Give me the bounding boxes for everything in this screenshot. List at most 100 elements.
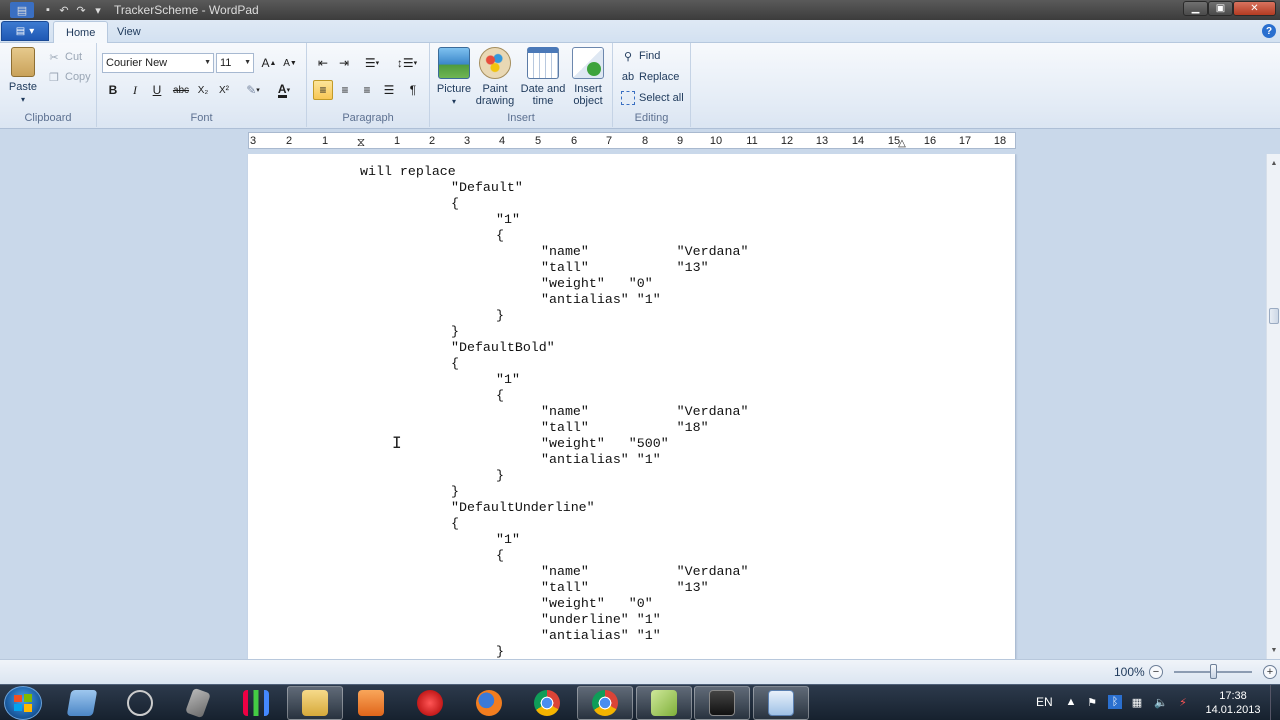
flag-icon[interactable]: ⚑	[1085, 695, 1099, 709]
app-icon[interactable]: ▤	[10, 2, 34, 18]
close-button[interactable]: ✕	[1233, 1, 1276, 16]
maximize-button[interactable]: ▣	[1208, 1, 1233, 16]
superscript-button[interactable]: X²	[214, 80, 234, 100]
text-line: "antialias" "1"	[541, 292, 661, 307]
paste-button[interactable]: Paste ▾	[6, 47, 40, 106]
bold-button[interactable]: B	[103, 80, 123, 100]
taskbar-app-wordpad-active[interactable]	[753, 686, 809, 720]
strikethrough-button[interactable]: abc	[169, 80, 193, 100]
scroll-down-icon[interactable]: ▼	[1267, 643, 1280, 657]
ribbon: Paste ▾ ✂ Cut ❐ Copy Clipboard Courier New ▼…	[0, 43, 1280, 129]
italic-button[interactable]: I	[125, 80, 145, 100]
ruler-tick: 1	[393, 135, 401, 147]
line-spacing-icon: ↕☰	[396, 56, 414, 70]
editing-group-label: Editing	[634, 112, 669, 124]
decrease-indent-button[interactable]: ⇤	[313, 53, 333, 73]
zoom-slider-thumb[interactable]	[1210, 664, 1217, 679]
taskbar-app-chrome-2[interactable]	[577, 686, 633, 720]
vertical-scrollbar[interactable]: ▲ ▼	[1266, 154, 1280, 659]
ruler[interactable]: 3 2 1 ⧖ 1 2 3 4 5 6 7 8 9 10 11 12 13 14…	[248, 132, 1016, 149]
font-family-select[interactable]: Courier New ▼	[102, 53, 214, 73]
scroll-up-icon[interactable]: ▲	[1267, 156, 1280, 170]
taskbar-app-tool[interactable]	[170, 686, 226, 720]
network-icon[interactable]: ▦	[1130, 695, 1144, 709]
taskbar-app-explorer[interactable]	[287, 686, 343, 720]
zoom-out-icon[interactable]: −	[1149, 665, 1163, 679]
align-left-button[interactable]: ≡	[313, 80, 333, 100]
shrink-font-button[interactable]: A ▼	[280, 53, 300, 73]
ruler-tick: 8	[641, 135, 649, 147]
text-line: "1"	[496, 212, 520, 227]
power-icon[interactable]: ⚡	[1176, 695, 1190, 709]
select-all-button[interactable]: Select all	[621, 89, 684, 107]
right-indent-marker[interactable]: △	[898, 138, 906, 149]
help-icon[interactable]: ?	[1262, 24, 1276, 38]
clipboard-group-label: Clipboard	[24, 112, 72, 124]
text-line: "tall" "13"	[541, 580, 709, 595]
font-color-button[interactable]: A ▾	[269, 80, 299, 100]
paint-label-line1: Paint	[482, 83, 508, 95]
align-right-icon: ≡	[363, 83, 371, 97]
application-menu-button[interactable]: ▤ ▾	[1, 21, 49, 41]
taskbar-app-firefox[interactable]	[461, 686, 517, 720]
taskbar-app-chrome[interactable]	[519, 686, 575, 720]
date-time-button[interactable]: Date and time	[520, 47, 566, 107]
document-page[interactable]: will replace "Default" { "1" { "name" "V…	[248, 154, 1015, 659]
ruler-tick: 2	[285, 135, 293, 147]
taskbar-app-red[interactable]	[402, 686, 458, 720]
taskbar-app-cue[interactable]	[112, 686, 168, 720]
find-button[interactable]: ⚲ Find	[621, 47, 660, 65]
underline-button[interactable]: U	[147, 80, 167, 100]
scroll-thumb[interactable]	[1269, 308, 1279, 324]
paint-drawing-button[interactable]: Paint drawing	[473, 47, 517, 107]
left-indent-marker[interactable]: ⧖	[357, 135, 365, 150]
align-right-button[interactable]: ≡	[357, 80, 377, 100]
show-desktop-button[interactable]	[1270, 685, 1280, 720]
highlight-color-button[interactable]: ✎ ▾	[238, 80, 268, 100]
taskbar-app-media[interactable]	[343, 686, 399, 720]
taskbar-app-stats[interactable]	[228, 686, 284, 720]
minimize-button[interactable]: ▁	[1183, 1, 1208, 16]
clock-date: 14.01.2013	[1205, 704, 1261, 716]
align-center-button[interactable]: ≡	[335, 80, 355, 100]
subscript-button[interactable]: X₂	[193, 80, 213, 100]
picture-button[interactable]: Picture ▾	[434, 47, 474, 108]
bullets-button[interactable]: ☰ ▾	[357, 53, 387, 73]
cut-button[interactable]: ✂ Cut	[47, 48, 82, 66]
text-line: "Default"	[451, 180, 523, 195]
menu-icon: ▤	[15, 25, 26, 37]
text-line: {	[496, 228, 504, 243]
tab-view[interactable]: View	[105, 21, 153, 43]
customize-quick-access-icon[interactable]: ▾	[90, 2, 106, 18]
tab-home[interactable]: Home	[53, 21, 109, 44]
taskbar-app-green[interactable]	[636, 686, 692, 720]
save-icon[interactable]: ▪	[40, 2, 56, 18]
increase-indent-button[interactable]: ⇥	[334, 53, 354, 73]
ruler-tick: 10	[709, 135, 723, 147]
line-spacing-button[interactable]: ↕☰ ▾	[391, 53, 423, 73]
volume-icon[interactable]: 🔈	[1154, 695, 1168, 709]
clock[interactable]: 17:38 14.01.2013	[1200, 689, 1266, 717]
paragraph-icon: ¶	[409, 83, 417, 97]
start-button[interactable]	[4, 686, 42, 720]
replace-button[interactable]: ab Replace	[621, 68, 679, 86]
highlighter-icon: ✎	[246, 83, 257, 97]
justify-button[interactable]: ☰	[379, 80, 399, 100]
taskbar-app-wordpad[interactable]	[54, 686, 110, 720]
undo-icon[interactable]: ↶	[56, 2, 72, 18]
show-hidden-icons-icon[interactable]: ▲	[1064, 695, 1078, 709]
copy-button[interactable]: ❐ Copy	[47, 68, 91, 86]
font-size-select[interactable]: 11 ▼	[216, 53, 254, 73]
text-cursor-icon: I	[392, 433, 402, 452]
language-indicator[interactable]: EN	[1036, 695, 1053, 709]
palette-icon	[479, 47, 511, 79]
zoom-level: 100%	[1114, 665, 1145, 679]
zoom-in-icon[interactable]: +	[1263, 665, 1277, 679]
text-line: }	[496, 468, 504, 483]
taskbar-app-game[interactable]	[694, 686, 750, 720]
insert-object-button[interactable]: Insert object	[568, 47, 608, 107]
redo-icon[interactable]: ↷	[73, 2, 89, 18]
grow-font-button[interactable]: A ▲	[259, 53, 279, 73]
paragraph-button[interactable]: ¶	[403, 80, 423, 100]
bluetooth-icon[interactable]: ᛒ	[1108, 695, 1122, 709]
